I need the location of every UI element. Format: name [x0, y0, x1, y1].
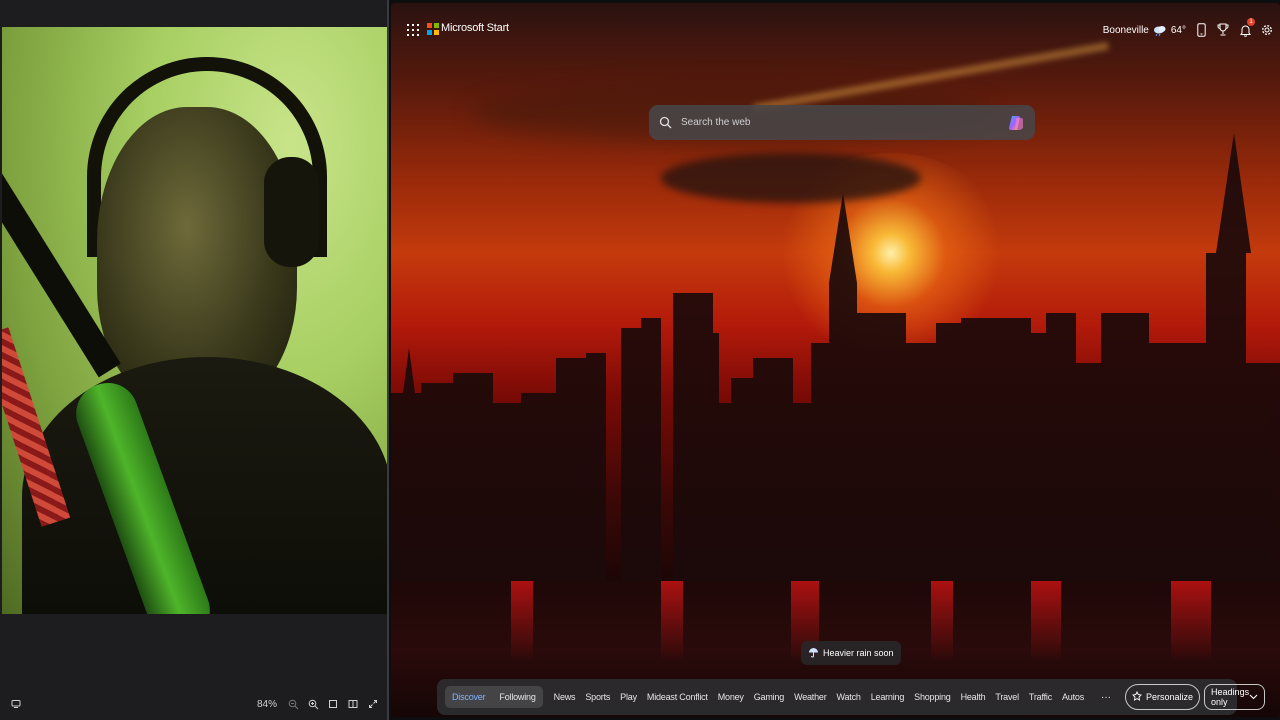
weather-alert-pill[interactable]: Heavier rain soon	[801, 641, 901, 665]
viewer-toolbar: 84%	[0, 688, 389, 720]
notification-badge: 1	[1247, 18, 1255, 26]
presenter-body	[22, 357, 387, 614]
temperature-label: 64°	[1170, 24, 1186, 36]
personalize-button[interactable]: Personalize	[1125, 684, 1201, 710]
phone-icon[interactable]	[1194, 22, 1208, 38]
personalize-label: Personalize	[1146, 692, 1194, 702]
copilot-icon[interactable]	[1007, 114, 1025, 132]
search-icon	[659, 116, 673, 130]
search-input[interactable]	[681, 117, 1007, 128]
chevron-down-icon	[1249, 692, 1258, 702]
tab-health[interactable]: Health	[956, 686, 991, 708]
rain-cloud-icon	[1153, 25, 1167, 37]
notifications-bell-icon[interactable]: 1	[1238, 18, 1255, 38]
layout-select-value: Headings only	[1211, 687, 1250, 707]
webcam-panel: 84%	[0, 0, 389, 720]
tab-travel[interactable]: Travel	[990, 686, 1023, 708]
rewards-trophy-icon[interactable]	[1216, 22, 1230, 38]
tab-traffic[interactable]: Traffic	[1024, 686, 1057, 708]
umbrella-icon	[808, 647, 819, 660]
expand-icon[interactable]	[363, 694, 383, 714]
zoom-out-icon[interactable]	[283, 694, 303, 714]
weather-alert-text: Heavier rain soon	[823, 648, 894, 658]
tab-discover[interactable]: Discover	[445, 686, 493, 708]
monitor-icon[interactable]	[6, 694, 26, 714]
settings-gear-icon[interactable]	[1260, 22, 1274, 38]
location-label: Booneville	[1102, 24, 1149, 36]
browser-new-tab-page: Microsoft Start Booneville 64° 1 Search …	[391, 3, 1280, 717]
brand-name[interactable]: Microsoft Start	[441, 22, 509, 34]
zoom-in-icon[interactable]	[303, 694, 323, 714]
tab-following[interactable]: Following	[492, 686, 543, 708]
tab-watch[interactable]: Watch	[832, 686, 866, 708]
feed-navigation-bar: Discover Following News Sports Play Mide…	[437, 679, 1266, 715]
zoom-level: 84%	[256, 698, 277, 710]
tab-shopping[interactable]: Shopping	[909, 686, 955, 708]
layout-select[interactable]: Headings only	[1204, 684, 1266, 710]
two-page-icon[interactable]	[343, 694, 363, 714]
tab-weather[interactable]: Weather	[789, 686, 831, 708]
webcam-video	[2, 27, 387, 614]
weather-widget[interactable]: Booneville 64°	[1102, 24, 1186, 37]
microsoft-logo-icon[interactable]	[427, 23, 439, 35]
app-launcher-icon[interactable]	[407, 24, 419, 36]
tab-money[interactable]: Money	[713, 686, 749, 708]
tab-learning[interactable]: Learning	[866, 686, 909, 708]
fit-page-icon[interactable]	[323, 694, 343, 714]
tab-sports[interactable]: Sports	[580, 686, 615, 708]
tab-news[interactable]: News	[549, 686, 581, 708]
personalize-icon	[1132, 690, 1142, 703]
more-tabs-button[interactable]: ···	[1089, 692, 1119, 703]
background-city-skyline	[391, 133, 1280, 603]
tab-play[interactable]: Play	[615, 686, 642, 708]
top-bar: Microsoft Start Booneville 64° 1	[391, 3, 1280, 57]
headphone-earcup	[264, 157, 319, 267]
tab-gaming[interactable]: Gaming	[749, 686, 789, 708]
top-right-controls: Booneville 64° 1	[1102, 18, 1274, 41]
search-bar[interactable]	[649, 105, 1035, 140]
tab-autos[interactable]: Autos	[1057, 686, 1089, 708]
tab-mideast-conflict[interactable]: Mideast Conflict	[642, 686, 713, 708]
